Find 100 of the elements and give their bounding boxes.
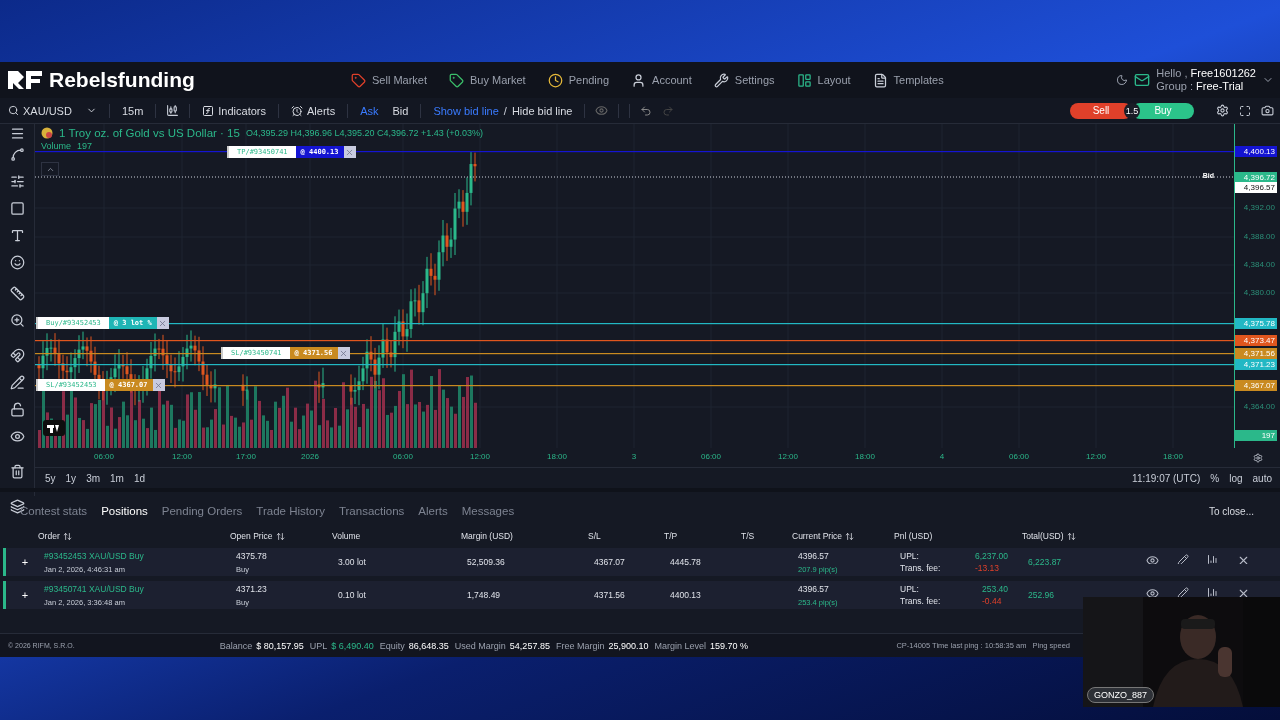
table-cell-text: 4375.78 [236,550,268,561]
range-button[interactable]: 1m [110,472,124,484]
price-tick: 4,364.00 [1242,402,1276,411]
expand-button[interactable]: + [21,556,29,568]
metric-value: $ 6,490.40 [331,640,374,651]
metric-label: Balance [219,640,253,651]
streamer-name: GONZO_887 [1087,687,1155,703]
nav-item[interactable]: Buy Market [449,72,526,88]
table-cell-text: 1,748.49 [467,590,502,600]
close-all-button[interactable]: To close... [1202,504,1260,518]
column-header[interactable]: Current Price [792,531,855,541]
nav-item[interactable]: Pending [547,72,610,88]
column-header[interactable]: T/P [664,531,678,541]
column-header[interactable]: T/S [741,531,755,541]
order-link[interactable]: #93452453 XAU/USD Buy [44,550,236,561]
metric-label: Equity [379,640,405,651]
table-cell-text: 4396.57 [798,550,830,561]
metric-value: $ 80,157.95 [256,640,304,651]
alerts-button[interactable]: Alerts [289,104,338,117]
metric-value: 159.70 % [710,640,749,651]
price-side-button[interactable]: Bid [390,104,411,117]
table-cell-text: 4371.56 [594,590,626,600]
price-tag: 4,367.07 [1235,380,1277,391]
panel-tab[interactable]: Alerts [418,505,448,517]
nav-item[interactable]: Layout [796,72,851,88]
time-label: 3 [631,452,637,461]
table-cell-text: 52,509.36 [467,557,506,567]
price-side-button[interactable]: Ask [358,104,381,117]
total-value: 252.96 [1028,590,1055,600]
indicators-button[interactable]: Indicators [200,104,268,117]
table-cell-text: 4367.07 [594,557,626,567]
nav-item[interactable]: Settings [713,72,775,88]
column-header[interactable]: Open Price [230,531,285,541]
column-header[interactable]: Margin (USD) [461,531,513,541]
upl-value: 253.40 [982,584,1008,594]
column-header[interactable]: Volume [332,531,361,541]
price-tag: 4,371.23 [1235,359,1277,370]
fee-value: -13.13 [974,563,1000,573]
scale-button[interactable]: % [1210,472,1220,484]
time-label: 06:00 [94,452,114,461]
hide-bid-line-link[interactable]: Hide bid line [509,104,575,117]
nav-item[interactable]: Templates [872,72,944,88]
clock-text: 11:19:07 (UTC) [1132,472,1201,484]
metric-value: 25,900.10 [608,640,649,651]
nav-item[interactable]: Account [631,72,692,88]
time-label: 18:00 [855,452,875,461]
time-label: 06:00 [701,452,721,461]
price-tag: 4,373.47 [1235,335,1277,346]
fee-label: Trans. fee: [900,596,942,606]
range-button[interactable]: 1y [65,472,77,484]
time-label: 12:00 [172,452,192,461]
upl-value: 6,237.00 [974,551,1008,561]
range-button[interactable]: 1d [133,472,146,484]
column-header[interactable]: Total(USD) [1022,531,1076,541]
fee-label: Trans. fee: [900,563,942,573]
time-label: 2026 [301,452,319,461]
metric-value: 54,257.85 [509,640,550,651]
metric-value: 86,648.35 [408,640,449,651]
metric-label: Used Margin [454,640,506,651]
time-label: 17:00 [236,452,256,461]
metric-label: Margin Level [654,640,706,651]
panel-tab[interactable]: Positions [101,505,148,517]
nav-item[interactable]: Sell Market [351,72,428,88]
upl-label: UPL: [900,584,920,594]
time-label: 4 [939,452,945,461]
price-tag: 197 [1235,430,1277,441]
expand-button[interactable]: + [21,589,29,601]
panel-tab[interactable]: Contest stats [20,505,88,517]
table-cell-text: 4371.23 [236,583,268,594]
table-cell-text: 4400.13 [670,590,702,600]
column-header[interactable]: S/L [588,531,601,541]
panel-tab[interactable]: Messages [461,505,515,517]
panel-tab[interactable]: Trade History [256,505,325,517]
metric-label: UPL [309,640,328,651]
panel-tab[interactable]: Pending Orders [161,505,243,517]
interval-button[interactable]: 15m [119,104,146,117]
column-header[interactable]: Pnl (USD) [894,531,933,541]
ohlc-values: O4,395.29 H4,396.96 L4,395.20 C4,396.72 +1.43 (+0.03%) [245,128,484,138]
table-cell-text: 4445.78 [670,557,702,567]
column-header[interactable]: Order [38,531,72,541]
price-tag: 4,400.13 [1235,146,1277,157]
table-cell-text: 3.00 lot [338,557,367,567]
symbol-search[interactable]: XAU/USD [6,104,99,117]
price-tag: 4,375.78 [1235,318,1277,329]
quantity-badge: 1.5 [1124,102,1140,119]
chart-title: 1 Troy oz. of Gold vs US Dollar · 15 [59,127,240,139]
range-button[interactable]: 5y [45,472,56,484]
separator-text: / [503,104,507,117]
time-label: 12:00 [1086,452,1106,461]
upl-label: UPL: [900,551,920,561]
scale-button[interactable]: log [1229,472,1243,484]
show-bid-line-link[interactable]: Show bid line [431,104,501,117]
price-tick: 4,384.00 [1242,260,1276,269]
scale-button[interactable]: auto [1252,472,1272,484]
price-tick: 4,392.00 [1242,203,1276,212]
price-tick: 4,380.00 [1242,288,1276,297]
panel-tab[interactable]: Transactions [338,505,405,517]
range-button[interactable]: 3m [86,472,101,484]
fee-value: -0.44 [982,596,1003,606]
order-link[interactable]: #93450741 XAU/USD Buy [44,583,236,594]
